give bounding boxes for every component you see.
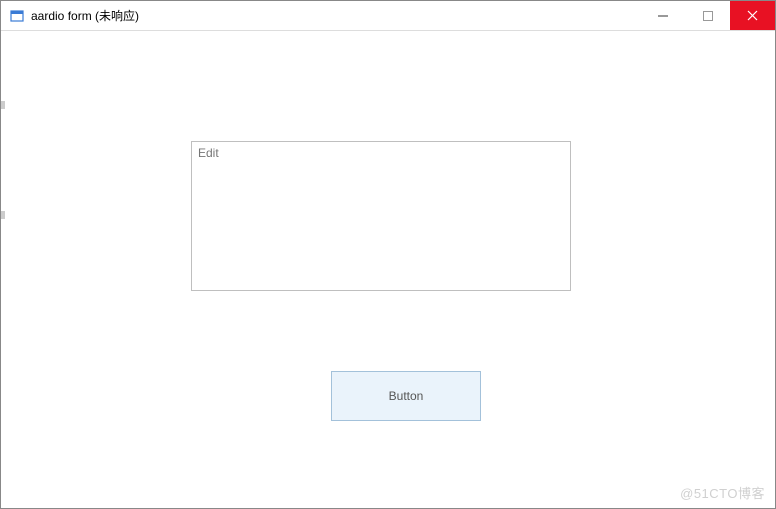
- close-button[interactable]: [730, 1, 775, 30]
- application-window: aardio form (未响应): [0, 0, 776, 509]
- maximize-button[interactable]: [685, 1, 730, 30]
- watermark: @51CTO博客: [680, 483, 765, 502]
- minimize-button[interactable]: [640, 1, 685, 30]
- edit-textarea[interactable]: [191, 141, 571, 291]
- window-controls: [640, 1, 775, 30]
- left-edge: [1, 31, 5, 508]
- main-button[interactable]: Button: [331, 371, 481, 421]
- window-icon: [9, 8, 25, 24]
- client-area: Button @51CTO博客: [1, 31, 775, 508]
- window-title: aardio form (未响应): [31, 7, 139, 24]
- titlebar[interactable]: aardio form (未响应): [1, 1, 775, 31]
